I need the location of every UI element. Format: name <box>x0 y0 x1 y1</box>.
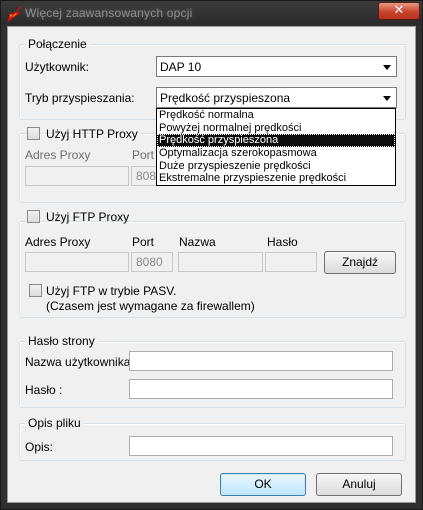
window-title: Więcej zaawansowanych opcji <box>25 6 193 20</box>
title-bar[interactable]: Więcej zaawansowanych opcji ✕ <box>1 1 422 25</box>
mode-option[interactable]: Duże przyspieszenie prędkości <box>157 160 395 173</box>
mode-option[interactable]: Powyżej normalnej prędkości <box>157 122 395 135</box>
ftp-proxy-checkbox[interactable] <box>27 210 40 223</box>
chevron-down-icon <box>383 96 391 101</box>
chevron-down-icon <box>383 65 391 70</box>
mode-option[interactable]: Ekstremalne przyspieszenie prędkości <box>157 172 395 185</box>
connection-legend: Połączenie <box>25 37 90 51</box>
mode-select-value: Prędkość przyspieszona <box>160 91 291 105</box>
mode-option[interactable]: Prędkość normalna <box>157 109 395 122</box>
ftp-address-label: Adres Proxy <box>25 235 91 249</box>
user-select-value: DAP 10 <box>160 60 202 74</box>
ftp-password-label: Hasło <box>267 235 298 249</box>
user-label: Użytkownik: <box>25 60 90 74</box>
description-label: Opis: <box>25 440 54 454</box>
password-input[interactable] <box>129 379 393 399</box>
ftp-pasv-note: (Czasem jest wymagane za firewallem) <box>46 299 255 313</box>
ftp-pasv-checkbox[interactable] <box>29 284 42 297</box>
lightning-icon <box>7 6 22 22</box>
ftp-name-input[interactable] <box>178 252 263 272</box>
ftp-password-input[interactable] <box>265 252 317 272</box>
ftp-proxy-label[interactable]: Użyj FTP Proxy <box>46 210 129 224</box>
ok-button[interactable]: OK <box>220 473 306 496</box>
find-button[interactable]: Znajdź <box>324 251 396 274</box>
ftp-port-label: Port <box>132 235 155 249</box>
http-port-label: Port <box>132 148 155 162</box>
file-description-legend: Opis pliku <box>25 416 84 430</box>
site-password-legend: Hasło strony <box>25 334 98 348</box>
username-label: Nazwa użytkownika: <box>25 355 134 369</box>
ftp-port-input[interactable]: 8080 <box>131 252 173 272</box>
ftp-name-label: Nazwa <box>179 235 216 249</box>
username-input[interactable] <box>129 351 393 371</box>
description-input[interactable] <box>129 436 393 456</box>
dialog-client-area: Połączenie Użytkownik: DAP 10 Tryb przys… <box>7 26 416 503</box>
ftp-port-value: 8080 <box>136 255 163 269</box>
http-proxy-label[interactable]: Użyj HTTP Proxy <box>46 127 138 141</box>
mode-select[interactable]: Prędkość przyspieszona <box>156 87 397 108</box>
mode-label: Tryb przyspieszania: <box>25 91 135 105</box>
http-proxy-checkbox[interactable] <box>27 127 40 140</box>
cancel-button[interactable]: Anuluj <box>316 473 402 496</box>
mode-option-selected[interactable]: Prędkość przyspieszona <box>157 134 395 148</box>
mode-dropdown-list: Prędkość normalna Powyżej normalnej pręd… <box>156 108 396 186</box>
user-select[interactable]: DAP 10 <box>156 56 397 77</box>
ftp-pasv-label[interactable]: Użyj FTP w trybie PASV. <box>46 284 176 298</box>
mode-option[interactable]: Optymalizacja szerokopasmowa <box>157 147 395 160</box>
dialog-window: Więcej zaawansowanych opcji ✕ Połączenie… <box>0 0 423 510</box>
http-address-label: Adres Proxy <box>25 148 91 162</box>
ftp-address-input[interactable] <box>25 252 129 272</box>
close-button[interactable]: ✕ <box>378 2 420 20</box>
password-label: Hasło : <box>25 383 63 397</box>
http-address-input[interactable] <box>25 166 129 186</box>
